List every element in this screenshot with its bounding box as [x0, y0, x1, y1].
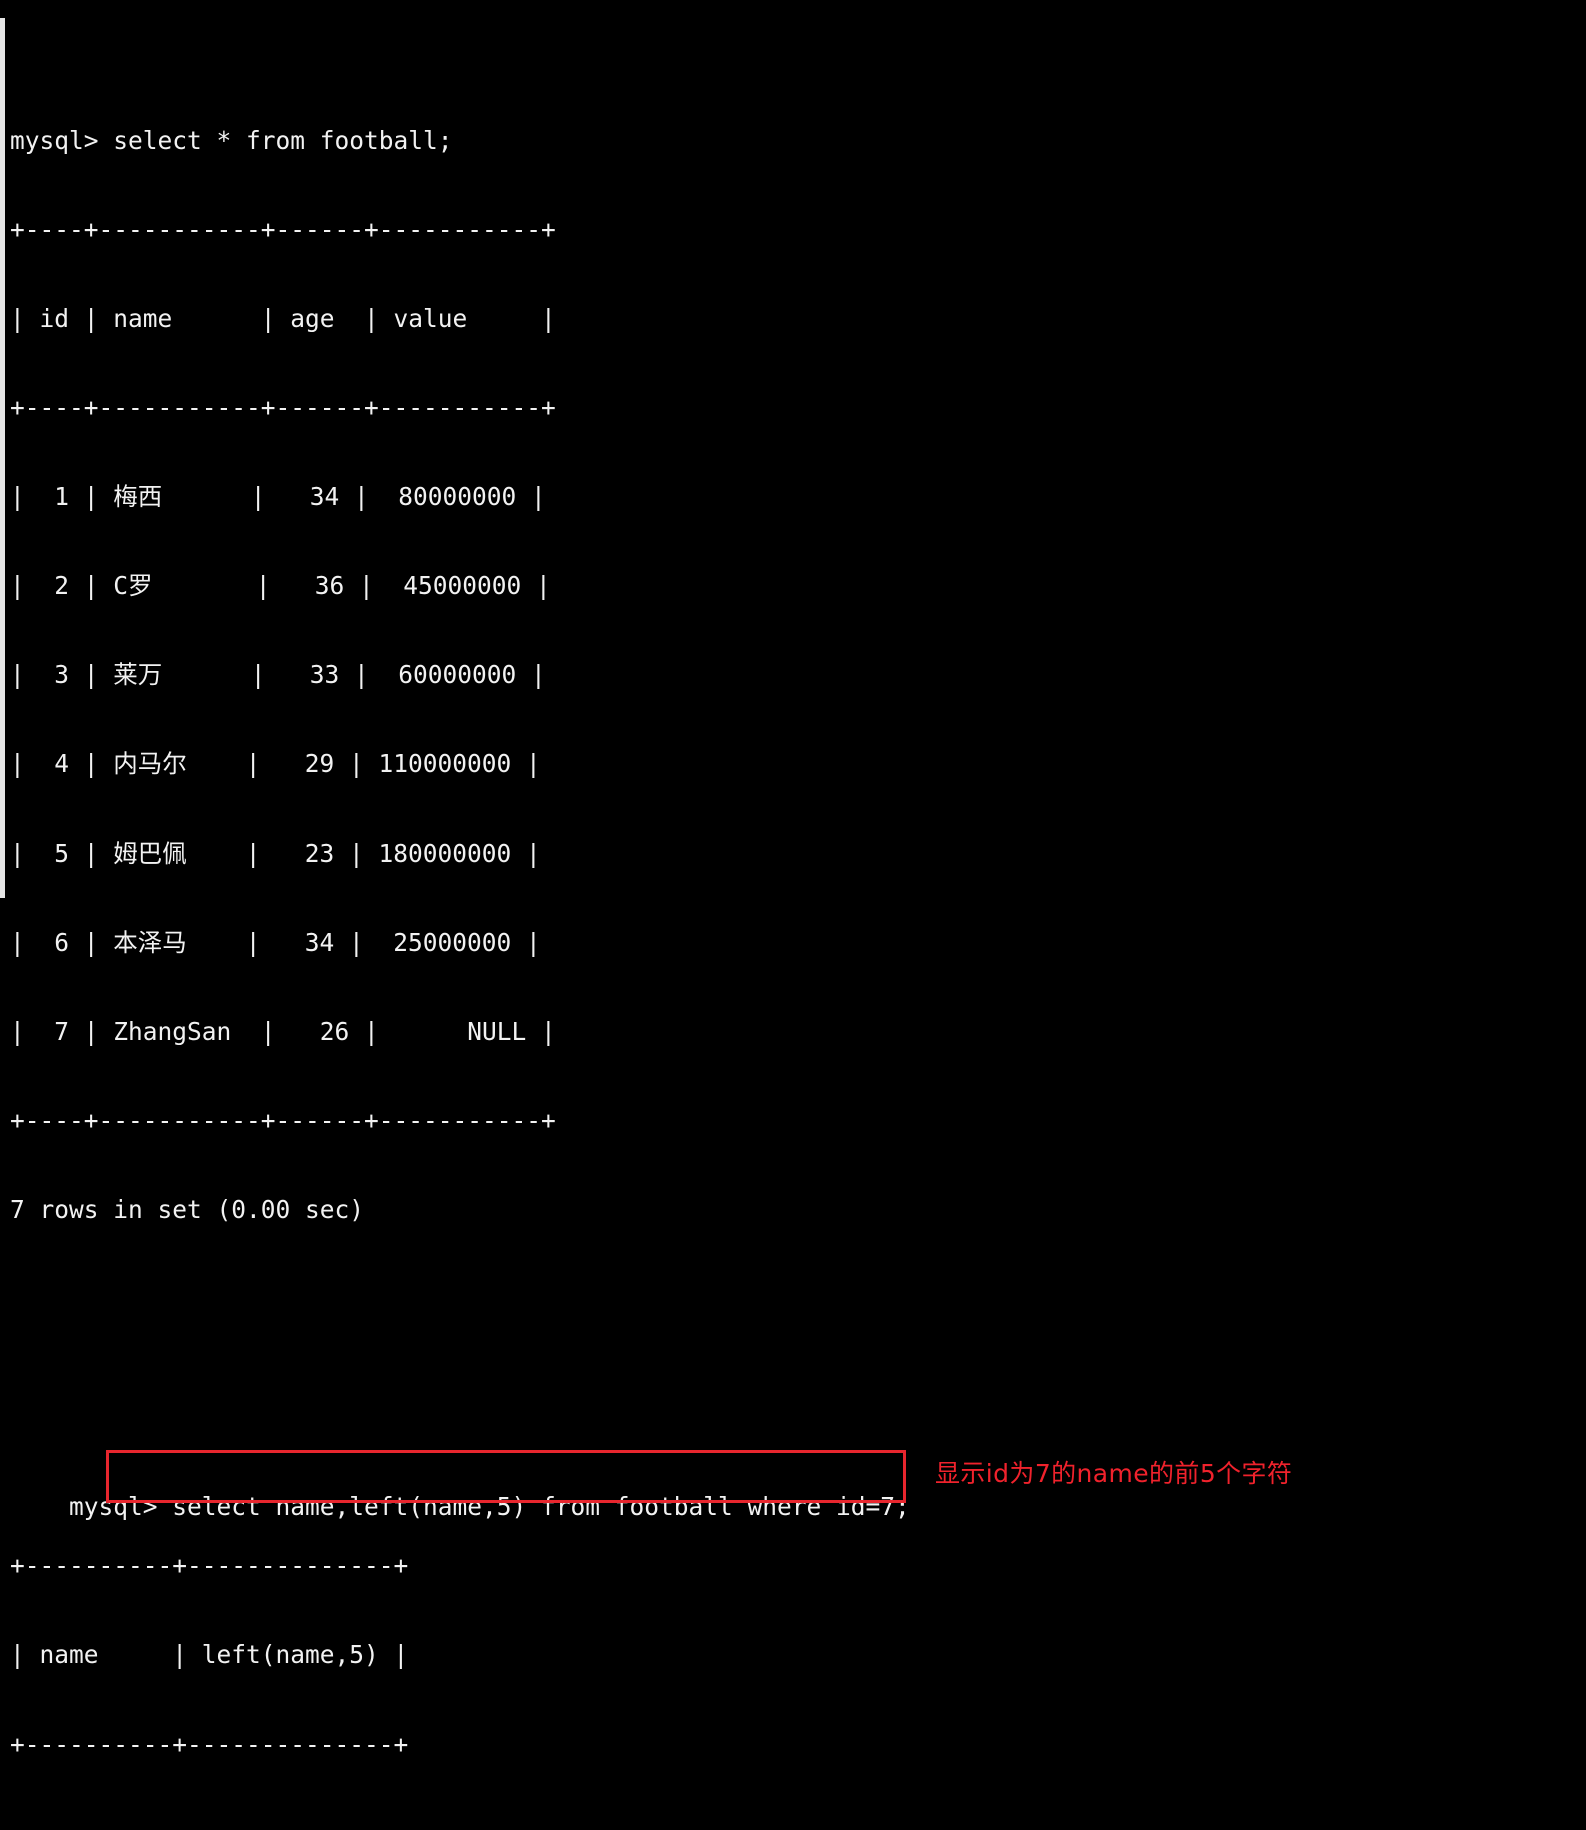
table-header-row: | id | name | age | value | [10, 304, 556, 333]
command-line-left-function: mysql> select name,left(name,5) from foo… [10, 1450, 1580, 1521]
command-line-select-all[interactable]: mysql> select * from football; [10, 126, 1580, 156]
table-row: | 1 | 梅西 | 34 | 80000000 | [10, 482, 546, 512]
highlight-box-left-query [106, 1450, 906, 1504]
table-row: | 3 | 莱万 | 33 | 60000000 | [10, 660, 546, 690]
table-row: | ZhangSan | Zhang | [10, 1819, 1580, 1830]
annotation-left-query: 显示id为7的name的前5个字符 [935, 1459, 1293, 1489]
table-row: | 4 | 内马尔 | 29 | 110000000 | [10, 749, 541, 779]
table-row: | 7 | ZhangSan | 26 | NULL | [10, 1016, 556, 1046]
table-header-row: | name | left(name,5) | [10, 1640, 409, 1670]
table-row: | 5 | 姆巴佩 | 23 | 180000000 | [10, 838, 541, 868]
table-separator-mid: +----+-----------+------+-----------+ [10, 393, 556, 423]
terminal-left-edge-strip [0, 18, 5, 898]
table-row: | 2 | C罗 | 36 | 45000000 | [10, 571, 551, 601]
table-separator-mid: +----------+--------------+ [10, 1729, 409, 1759]
terminal-output: mysql> select * from football; +----+---… [10, 7, 1580, 1830]
table-separator-top: +----+-----------+------+-----------+ [10, 214, 556, 244]
result-status-line: 7 rows in set (0.00 sec) [10, 1194, 365, 1224]
table-row: | 6 | 本泽马 | 34 | 25000000 | [10, 927, 541, 957]
table-separator-top: +----------+--------------+ [10, 1551, 409, 1581]
table-separator-bottom: +----+-----------+------+-----------+ [10, 1105, 556, 1135]
